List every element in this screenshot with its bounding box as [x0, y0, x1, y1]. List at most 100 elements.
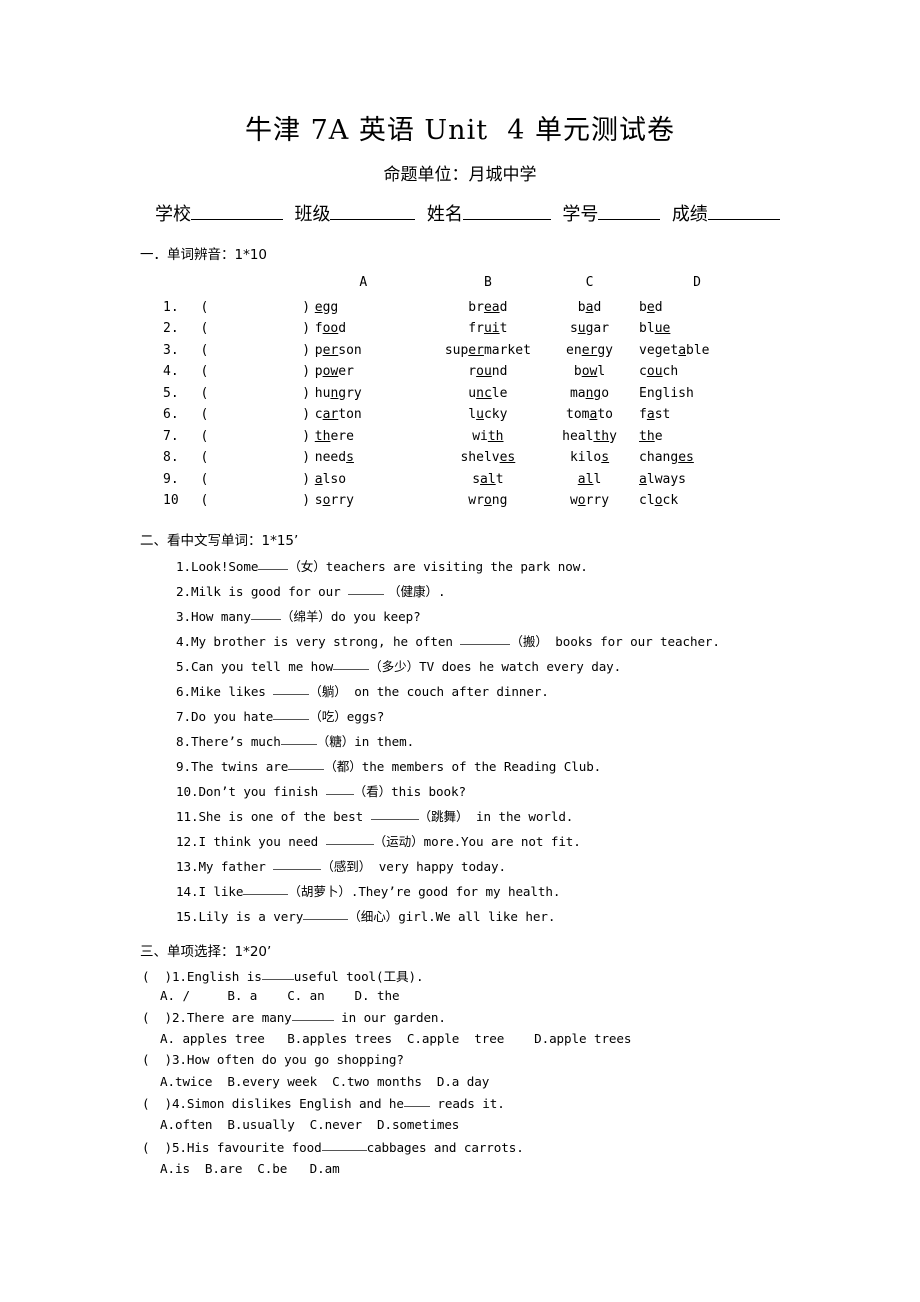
word-prefix: hu — [314, 385, 331, 401]
word-option-c[interactable]: bad — [540, 297, 639, 319]
word-option-a[interactable]: food — [315, 318, 436, 340]
answer-blank[interactable] — [403, 1095, 430, 1107]
answer-blank[interactable] — [333, 658, 370, 670]
word-option-b[interactable]: salt — [436, 469, 540, 491]
word-option-b[interactable]: bread — [436, 297, 540, 319]
word-option-c[interactable]: tomato — [540, 404, 639, 426]
word-option-d[interactable]: blue — [639, 318, 783, 340]
answer-blank[interactable] — [288, 758, 325, 770]
word-underlined-part: s — [346, 450, 354, 466]
question-text: How often do you go shopping? — [186, 1052, 404, 1067]
word-option-d[interactable]: changes — [639, 447, 783, 469]
choice-options[interactable]: A.is B.are C.be D.am — [160, 1161, 340, 1176]
word-option-d[interactable]: fast — [639, 404, 783, 426]
word-option-b[interactable]: fruit — [436, 318, 540, 340]
answer-bracket[interactable]: ( ) — [142, 1096, 172, 1111]
word-option-c[interactable]: healthy — [540, 426, 639, 448]
student-info-blank[interactable] — [191, 204, 283, 220]
question-number: 8. — [163, 450, 179, 466]
answer-blank[interactable] — [258, 558, 289, 570]
student-info-blank[interactable] — [330, 204, 416, 220]
answer-bracket[interactable]: ( ) — [142, 1010, 172, 1025]
answer-bracket[interactable]: ( ) — [201, 447, 315, 469]
student-info-blank[interactable] — [598, 204, 661, 220]
word-option-b[interactable]: uncle — [436, 383, 540, 405]
word-option-d[interactable]: couch — [639, 361, 783, 383]
word-option-b[interactable]: supermarket — [436, 340, 540, 362]
word-option-c[interactable]: worry — [540, 490, 639, 512]
answer-blank[interactable] — [325, 833, 374, 845]
word-prefix: c — [314, 407, 323, 423]
word-option-b[interactable]: wrong — [436, 490, 540, 512]
word-option-a[interactable]: sorry — [315, 490, 436, 512]
answer-bracket[interactable]: ( ) — [201, 404, 315, 426]
word-option-d[interactable]: the — [639, 426, 783, 448]
answer-blank[interactable] — [370, 808, 419, 820]
answer-bracket[interactable]: ( ) — [142, 1052, 172, 1067]
word-underlined-part: a — [678, 342, 687, 358]
word-prefix: chang — [639, 450, 679, 466]
word-option-a[interactable]: needs — [315, 447, 436, 469]
answer-blank[interactable] — [348, 583, 385, 595]
word-underlined-part: ui — [483, 321, 500, 337]
answer-bracket[interactable]: ( ) — [201, 340, 315, 362]
word-option-a[interactable]: power — [315, 361, 436, 383]
answer-bracket[interactable]: ( ) — [142, 969, 172, 984]
word-option-b[interactable]: shelves — [436, 447, 540, 469]
choice-options[interactable]: A.often B.usually C.never D.sometimes — [160, 1117, 459, 1132]
word-option-d[interactable]: bed — [639, 297, 783, 319]
word-option-a[interactable]: hungry — [315, 383, 436, 405]
choice-options[interactable]: A. apples tree B.apples trees C.apple tr… — [160, 1031, 631, 1046]
answer-blank[interactable] — [280, 733, 317, 745]
word-option-c[interactable]: bowl — [540, 361, 639, 383]
student-info-blank[interactable] — [462, 204, 551, 220]
word-option-b[interactable]: with — [436, 426, 540, 448]
word-option-c[interactable]: energy — [540, 340, 639, 362]
word-option-d[interactable]: always — [639, 469, 783, 491]
word-option-b[interactable]: round — [436, 361, 540, 383]
word-option-a[interactable]: person — [315, 340, 436, 362]
student-info-blank[interactable] — [707, 204, 780, 220]
word-option-c[interactable]: kilos — [540, 447, 639, 469]
answer-blank[interactable] — [321, 1139, 367, 1151]
word-option-a[interactable]: there — [315, 426, 436, 448]
answer-blank[interactable] — [250, 608, 281, 620]
answer-blank[interactable] — [291, 1009, 334, 1021]
chinese-hint: （多少） — [369, 659, 420, 674]
answer-blank[interactable] — [325, 783, 354, 795]
answer-bracket[interactable]: ( ) — [201, 490, 315, 512]
chinese-hint: （绵羊） — [280, 609, 331, 624]
word-option-c[interactable]: all — [540, 469, 639, 491]
word-option-c[interactable]: mango — [540, 383, 639, 405]
answer-bracket[interactable]: ( ) — [201, 383, 315, 405]
question-number: 10 — [163, 493, 179, 509]
word-option-d[interactable]: clock — [639, 490, 783, 512]
word-prefix: English — [639, 385, 694, 401]
answer-blank[interactable] — [460, 633, 511, 645]
word-prefix: l — [468, 407, 477, 423]
word-option-a[interactable]: egg — [315, 297, 436, 319]
answer-blank[interactable] — [273, 683, 310, 695]
word-option-d[interactable]: English — [639, 383, 783, 405]
word-option-c[interactable]: sugar — [540, 318, 639, 340]
word-option-d[interactable]: vegetable — [639, 340, 783, 362]
answer-bracket[interactable]: ( ) — [201, 297, 315, 319]
table-header-row: A B C D — [163, 272, 783, 297]
fill-blank-question: 8.There’s much （糖）in them. — [176, 731, 414, 750]
answer-blank[interactable] — [243, 883, 289, 895]
answer-bracket[interactable]: ( ) — [201, 469, 315, 491]
word-prefix: en — [566, 342, 582, 358]
answer-blank[interactable] — [273, 708, 310, 720]
word-option-a[interactable]: carton — [315, 404, 436, 426]
word-option-a[interactable]: also — [315, 469, 436, 491]
answer-bracket[interactable]: ( ) — [142, 1140, 172, 1155]
choice-options[interactable]: A.twice B.every week C.two months D.a da… — [160, 1074, 489, 1089]
answer-blank[interactable] — [273, 858, 322, 870]
answer-blank[interactable] — [303, 908, 349, 920]
answer-bracket[interactable]: ( ) — [201, 318, 315, 340]
word-option-b[interactable]: lucky — [436, 404, 540, 426]
choice-options[interactable]: A. / B. a C. an D. the — [160, 988, 400, 1003]
answer-bracket[interactable]: ( ) — [201, 361, 315, 383]
answer-blank[interactable] — [261, 968, 294, 980]
answer-bracket[interactable]: ( ) — [201, 426, 315, 448]
